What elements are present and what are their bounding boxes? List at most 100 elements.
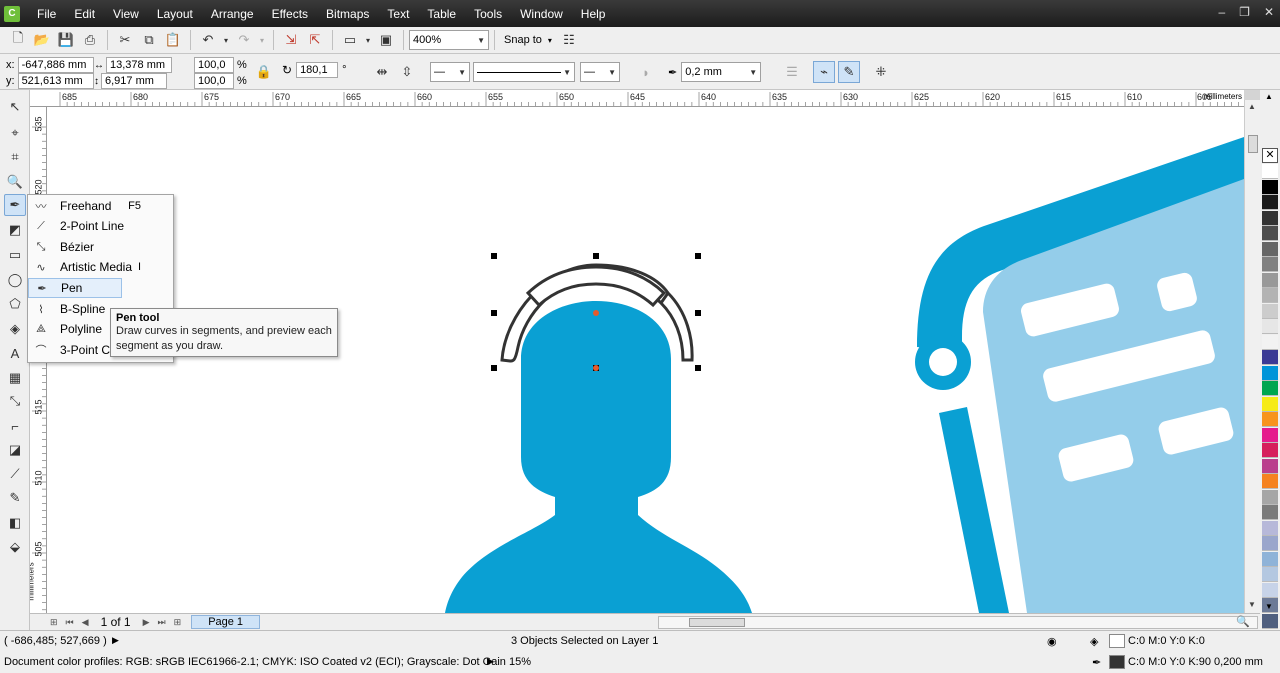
application-launcher-icon[interactable]: ▭ (339, 29, 361, 51)
scale-height-field[interactable]: 100,0 (194, 73, 234, 89)
new-document-icon[interactable]: 🗋 (7, 29, 29, 51)
zoom-tool-icon[interactable]: 🔍 (4, 171, 26, 193)
polygon-tool-icon[interactable]: ⬠ (4, 293, 26, 315)
palette-swatch[interactable] (1262, 179, 1278, 195)
import-icon[interactable]: ⇲ (280, 29, 302, 51)
palette-swatch[interactable] (1262, 567, 1278, 582)
lock-ratio-icon[interactable]: 🔒 (253, 61, 275, 83)
redo-icon[interactable]: ↷ (233, 29, 255, 51)
mirror-vertical-icon[interactable]: ⇳ (396, 61, 418, 83)
close-curve-icon[interactable]: ◗ (635, 61, 657, 83)
menu-window[interactable]: Window (511, 7, 572, 21)
x-position-field[interactable]: -647,886 mm (17, 57, 94, 73)
palette-swatch[interactable] (1262, 381, 1278, 396)
vertical-scroll-thumb[interactable] (1248, 135, 1258, 153)
palette-swatch[interactable] (1262, 489, 1278, 505)
snap-to-button[interactable]: Snap to (504, 34, 542, 46)
menu-edit[interactable]: Edit (65, 7, 104, 21)
open-icon[interactable]: 📂 (31, 29, 53, 51)
palette-swatch[interactable] (1262, 505, 1278, 520)
palette-swatch[interactable] (1262, 210, 1278, 226)
palette-swatch[interactable] (1262, 396, 1278, 412)
menu-file[interactable]: File (28, 7, 65, 21)
palette-swatch[interactable] (1262, 412, 1278, 427)
outline-color-swatch[interactable] (1109, 655, 1125, 669)
minimize-icon[interactable]: – (1218, 5, 1225, 19)
menu-text[interactable]: Text (378, 7, 418, 21)
palette-swatch[interactable] (1262, 272, 1278, 288)
restore-icon[interactable]: ❐ (1239, 5, 1250, 19)
menu-tools[interactable]: Tools (465, 7, 511, 21)
flyout-item-bezier[interactable]: ⤡ Bézier (28, 237, 173, 257)
copy-icon[interactable]: ⧉ (138, 29, 160, 51)
palette-swatch[interactable] (1262, 319, 1278, 334)
palette-swatch[interactable] (1262, 582, 1278, 598)
flyout-item-freehand[interactable]: 〰 Freehand F5 (28, 196, 173, 216)
expand-arrow-icon[interactable]: ▶ (487, 656, 494, 667)
zoom-level-combo[interactable]: 400% ▼ (409, 30, 489, 50)
menu-help[interactable]: Help (572, 7, 615, 21)
palette-swatch[interactable] (1262, 427, 1278, 443)
add-page-before-icon[interactable]: ⊞ (50, 617, 58, 628)
palette-swatch[interactable] (1262, 520, 1278, 536)
palette-swatch[interactable] (1262, 551, 1278, 567)
auto-close-icon[interactable]: ⌁ (813, 61, 835, 83)
palette-swatch[interactable] (1262, 350, 1278, 365)
menu-table[interactable]: Table (418, 7, 465, 21)
vertical-scrollbar[interactable]: ▲ ▼ (1244, 100, 1260, 613)
palette-swatch[interactable] (1262, 195, 1278, 210)
save-icon[interactable]: 💾 (55, 29, 77, 51)
show-nodes-icon[interactable]: ⁜ (870, 61, 892, 83)
flyout-item-2-point-line[interactable]: ⟋ 2-Point Line (28, 216, 173, 236)
mirror-horizontal-icon[interactable]: ⇹ (371, 61, 393, 83)
horizontal-scroll-thumb[interactable] (689, 618, 745, 627)
palette-swatch[interactable] (1262, 458, 1278, 474)
drawing-canvas[interactable] (47, 107, 1244, 613)
palette-swatch[interactable] (1262, 334, 1278, 350)
rectangle-tool-icon[interactable]: ▭ (4, 244, 26, 266)
fill-color-swatch[interactable] (1109, 634, 1125, 648)
palette-swatch[interactable] (1262, 288, 1278, 303)
last-page-icon[interactable]: ⏭ (158, 617, 166, 628)
palette-swatch[interactable] (1262, 303, 1278, 319)
undo-dropdown-icon[interactable]: ▾ (221, 29, 231, 51)
horizontal-scrollbar[interactable] (658, 616, 1258, 629)
palette-down-icon[interactable]: ▼ (1265, 602, 1273, 611)
zoom-navigator-icon[interactable]: 🔍 (1236, 615, 1250, 628)
close-icon[interactable]: ✕ (1264, 5, 1274, 19)
connector-tool-icon[interactable]: ⌐ (4, 415, 26, 437)
palette-swatch[interactable] (1262, 474, 1278, 489)
export-icon[interactable]: ⇱ (304, 29, 326, 51)
start-arrowhead-combo[interactable]: — ▼ (430, 62, 470, 82)
menu-view[interactable]: View (104, 7, 148, 21)
palette-swatch[interactable] (1262, 257, 1278, 272)
first-page-icon[interactable]: ⏮ (66, 617, 74, 628)
outline-tool-icon[interactable]: ✎ (4, 487, 26, 509)
print-icon[interactable]: ⎙ (79, 29, 101, 51)
palette-swatch[interactable] (1262, 241, 1278, 257)
top-ruler[interactable]: 685 680 675 670 665 660 655 650 645 640 … (30, 90, 1244, 107)
interactive-fill-icon[interactable]: ⬙ (4, 536, 26, 558)
fill-tool-icon[interactable]: ◧ (4, 512, 26, 534)
snapshot-icon[interactable]: ◉ (1047, 635, 1057, 648)
redo-dropdown-icon[interactable]: ▾ (257, 29, 267, 51)
line-style-combo[interactable]: ▼ (473, 62, 575, 82)
launcher-dropdown-icon[interactable]: ▾ (363, 29, 373, 51)
eyedropper-tool-icon[interactable]: ⟋ (4, 463, 26, 485)
app-icon[interactable]: C (4, 5, 20, 22)
table-tool-icon[interactable]: ▦ (4, 367, 26, 389)
menu-effects[interactable]: Effects (263, 7, 317, 21)
width-field[interactable]: 13,378 mm (106, 57, 172, 73)
scroll-down-icon[interactable]: ▼ (1248, 600, 1256, 609)
cut-icon[interactable]: ✂ (114, 29, 136, 51)
expand-arrow-icon[interactable]: ▶ (112, 635, 119, 646)
ellipse-tool-icon[interactable]: ◯ (4, 269, 26, 291)
outline-width-combo[interactable]: 0,2 mm ▼ (681, 62, 762, 82)
flyout-item-artistic-media[interactable]: ∿ Artistic Media I (28, 257, 173, 277)
menu-bitmaps[interactable]: Bitmaps (317, 7, 378, 21)
palette-swatch[interactable] (1262, 226, 1278, 241)
scroll-up-icon[interactable]: ▲ (1248, 102, 1256, 111)
preview-mode-icon[interactable]: ✎ (838, 61, 860, 83)
options-icon[interactable]: ☷ (558, 29, 580, 51)
next-page-icon[interactable]: ▶ (143, 617, 150, 628)
